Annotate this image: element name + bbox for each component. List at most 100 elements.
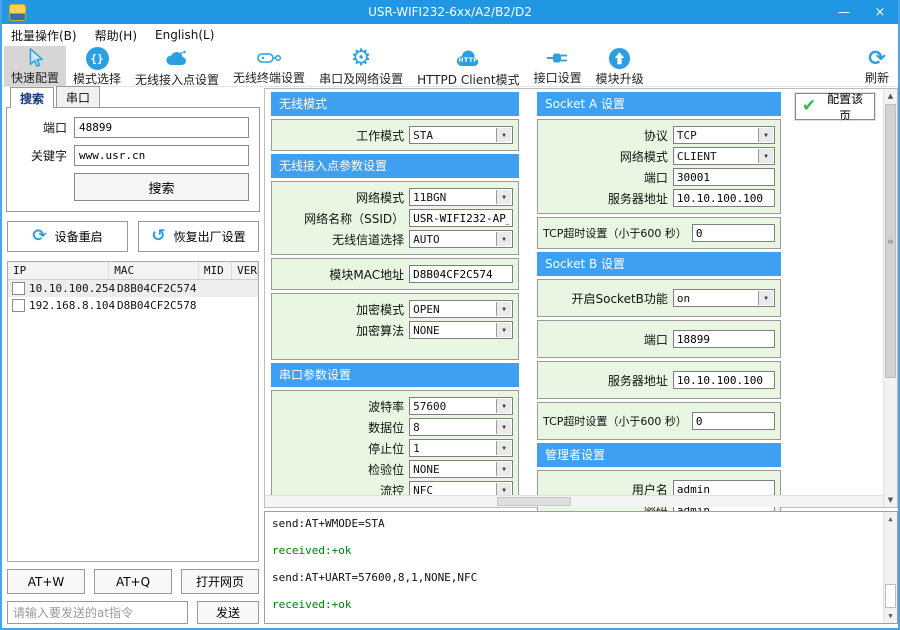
keyword-input[interactable] (74, 145, 249, 166)
app-icon (9, 4, 26, 21)
gear-icon: ⚙ (351, 47, 372, 70)
chevron-down-icon[interactable]: ▼ (758, 291, 773, 305)
chevron-down-icon[interactable]: ▼ (758, 149, 773, 163)
table-row[interactable]: 10.10.100.254 D8B04CF2C574 (8, 280, 258, 297)
title-bar: USR-WIFI232-6xx/A2/B2/D2 — × (2, 0, 898, 24)
socketb-server-input[interactable] (673, 371, 775, 389)
section-header-socket-b: Socket B 设置 (537, 252, 781, 276)
row-checkbox[interactable] (12, 299, 25, 312)
menu-english[interactable]: English(L) (146, 28, 223, 42)
chevron-down-icon[interactable]: ▼ (496, 441, 511, 455)
log-vertical-scrollbar: ▲ ▼ (883, 512, 897, 623)
chevron-down-icon[interactable]: ▼ (496, 232, 511, 246)
toolbar-sta-settings[interactable]: 无线终端设置 (226, 46, 312, 86)
group-socket-a-timeout: TCP超时设置（小于600 秒） (537, 217, 781, 249)
toolbar-interface-settings[interactable]: 接口设置 (527, 46, 589, 86)
chevron-down-icon[interactable]: ▼ (496, 302, 511, 316)
atw-button[interactable]: AT+W (7, 569, 85, 594)
enc-algo-select[interactable]: NONE ▼ (409, 321, 513, 339)
net-mode-label: 网络模式 (277, 189, 409, 206)
socketb-enable-select[interactable]: on ▼ (673, 289, 775, 307)
port-input[interactable] (74, 117, 249, 138)
toolbar-module-upgrade[interactable]: 模块升级 (589, 46, 651, 86)
open-webpage-button[interactable]: 打开网页 (181, 569, 259, 594)
ssid-input[interactable] (409, 209, 513, 227)
reboot-device-button[interactable]: ⟳ 设备重启 (7, 221, 128, 252)
data-bits-label: 数据位 (277, 419, 409, 436)
toolbar-label: 串口及网络设置 (319, 70, 403, 87)
chevron-down-icon[interactable]: ▼ (496, 462, 511, 476)
chevron-down-icon[interactable]: ▼ (496, 399, 511, 413)
toolbar-mode-select[interactable]: {} 模式选择 (66, 46, 128, 86)
socketa-net-mode-select[interactable]: CLIENT ▼ (673, 147, 775, 165)
plug-icon (545, 47, 571, 69)
toolbar-httpd-client[interactable]: HTTP HTTPD Client模式 (410, 46, 527, 86)
scrollbar-thumb[interactable] (497, 497, 571, 506)
column-header-ver[interactable]: VER (232, 262, 258, 279)
scroll-down-icon[interactable]: ▼ (884, 609, 897, 623)
scrollbar-thumb[interactable]: ≡ (885, 104, 896, 378)
group-socket-a: 协议 TCP ▼ 网络模式 CLIENT ▼ 端口 (537, 119, 781, 214)
data-bits-select[interactable]: 8 ▼ (409, 418, 513, 436)
socketa-server-input[interactable] (673, 189, 775, 207)
socketb-port-input[interactable] (673, 330, 775, 348)
mac-input[interactable] (409, 265, 513, 283)
refresh-icon: ⟳ (868, 47, 886, 69)
data-bits-value: 8 (413, 421, 420, 434)
close-button[interactable]: × (862, 0, 898, 24)
field-row: TCP超时设置（小于600 秒） (543, 223, 775, 243)
scroll-up-icon[interactable]: ▲ (884, 512, 897, 526)
mode-select-icon: {} (86, 47, 109, 70)
field-row: 停止位 1 ▼ (277, 438, 513, 458)
search-button[interactable]: 搜索 (74, 173, 249, 201)
send-button[interactable]: 发送 (197, 601, 259, 624)
config-column-wireless: 无线模式 工作模式 STA ▼ 无线接入点参数设置 网络模式 11BGN ▼ (271, 92, 519, 509)
minimize-button[interactable]: — (826, 0, 862, 24)
factory-reset-button[interactable]: ↺ 恢复出厂设置 (138, 221, 259, 252)
enc-algo-label: 加密算法 (277, 322, 409, 339)
toolbar-serial-network-settings[interactable]: ⚙ 串口及网络设置 (312, 46, 410, 86)
work-mode-select[interactable]: STA ▼ (409, 126, 513, 144)
scroll-down-icon[interactable]: ▼ (884, 493, 897, 507)
chevron-down-icon[interactable]: ▼ (496, 323, 511, 337)
net-mode-select[interactable]: 11BGN ▼ (409, 188, 513, 206)
menu-help[interactable]: 帮助(H) (86, 27, 146, 44)
tab-serial[interactable]: 串口 (56, 86, 100, 107)
row-checkbox[interactable] (12, 282, 25, 295)
tab-search[interactable]: 搜索 (10, 87, 54, 108)
socketa-port-input[interactable] (673, 168, 775, 186)
enc-mode-select[interactable]: OPEN ▼ (409, 300, 513, 318)
baud-label: 波特率 (277, 398, 409, 415)
protocol-select[interactable]: TCP ▼ (673, 126, 775, 144)
column-header-mac[interactable]: MAC (109, 262, 199, 279)
socketa-timeout-input[interactable] (692, 224, 775, 242)
toolbar-refresh[interactable]: ⟳ 刷新 (858, 46, 896, 86)
scroll-up-icon[interactable]: ▲ (884, 89, 897, 103)
cell-ip: 10.10.100.254 (29, 282, 117, 295)
scrollbar-thumb[interactable] (885, 584, 896, 608)
toolbar-quick-config[interactable]: 快速配置 (4, 46, 66, 86)
column-header-mid[interactable]: MID (199, 262, 232, 279)
toolbar-label: 快速配置 (11, 69, 59, 86)
field-row: 网络模式 11BGN ▼ (277, 187, 513, 207)
chevron-down-icon[interactable]: ▼ (758, 128, 773, 142)
chevron-down-icon[interactable]: ▼ (496, 190, 511, 204)
column-header-ip[interactable]: IP (8, 262, 109, 279)
menu-batch-operations[interactable]: 批量操作(B) (2, 27, 86, 44)
apply-page-button[interactable]: ✔ 配置该页 (795, 93, 875, 120)
device-action-row: ⟳ 设备重启 ↺ 恢复出厂设置 (7, 221, 259, 252)
parity-select[interactable]: NONE ▼ (409, 460, 513, 478)
at-command-buttons: AT+W AT+Q 打开网页 (7, 569, 259, 594)
socketb-timeout-input[interactable] (692, 412, 775, 430)
chevron-down-icon[interactable]: ▼ (496, 420, 511, 434)
chevron-down-icon[interactable]: ▼ (496, 128, 511, 142)
table-row[interactable]: 192.168.8.104 D8B04CF2C578 (8, 297, 258, 314)
toolbar-ap-settings[interactable]: 无线接入点设置 (128, 46, 226, 86)
stop-bits-select[interactable]: 1 ▼ (409, 439, 513, 457)
baud-select[interactable]: 57600 ▼ (409, 397, 513, 415)
field-row: 开启SocketB功能 on ▼ (543, 288, 775, 308)
at-command-input[interactable] (7, 601, 188, 624)
atq-button[interactable]: AT+Q (94, 569, 172, 594)
config-panel: 无线模式 工作模式 STA ▼ 无线接入点参数设置 网络模式 11BGN ▼ (264, 88, 898, 508)
channel-select[interactable]: AUTO ▼ (409, 230, 513, 248)
